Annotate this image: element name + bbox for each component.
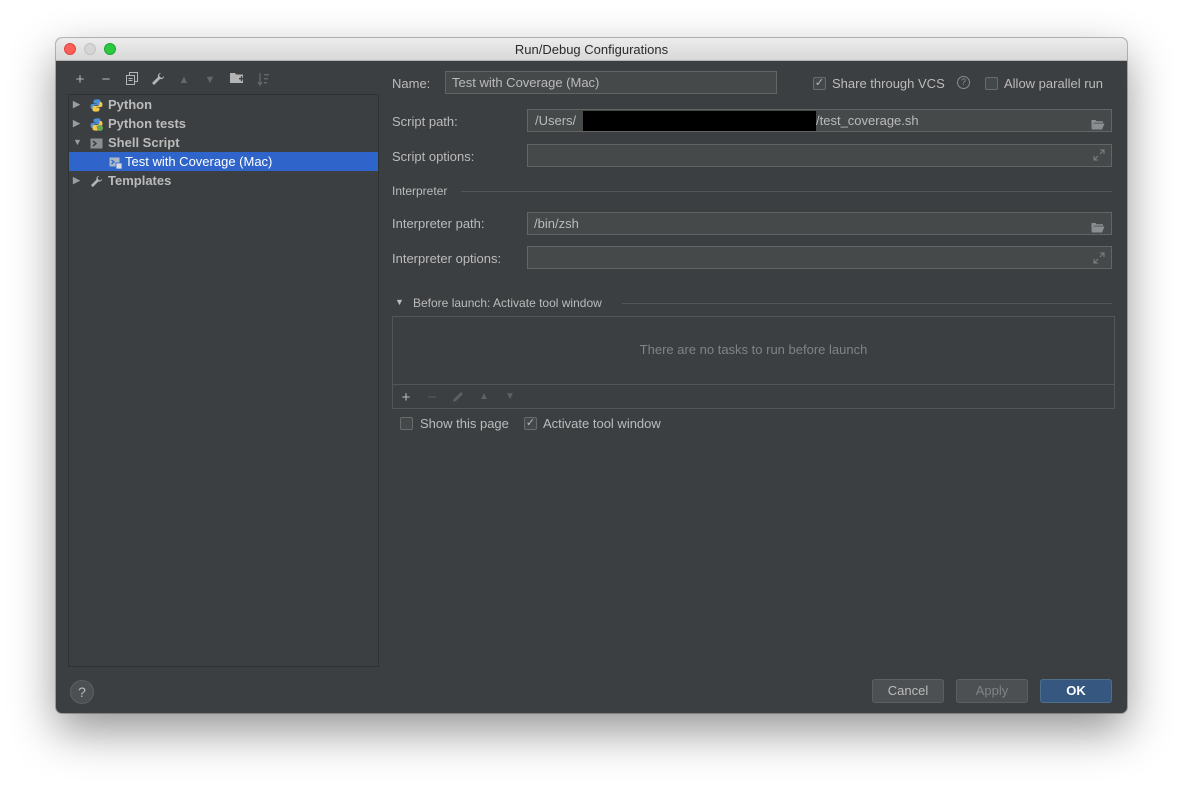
- empty-tasks-message: There are no tasks to run before launch: [639, 342, 868, 357]
- expand-icon[interactable]: [1093, 251, 1105, 264]
- shell-script-icon: [90, 136, 103, 149]
- redacted-path: [583, 111, 816, 131]
- run-debug-dialog: Run/Debug Configurations + − ▲ ▼ ▶ Pytho…: [56, 38, 1127, 713]
- section-divider: [622, 303, 1112, 304]
- allow-parallel-label: Allow parallel run: [1004, 76, 1103, 91]
- script-path-field[interactable]: /Users/ /test_coverage.sh: [527, 109, 1112, 132]
- configuration-tree: ▶ Python ▶ Python tests ▼ Shell Script T…: [68, 94, 379, 667]
- activate-window-checkbox[interactable]: ✓: [524, 417, 537, 430]
- sort-icon[interactable]: [255, 72, 271, 90]
- tasks-toolbar: + − ▲ ▼: [393, 384, 1114, 409]
- tree-item-label: Templates: [108, 173, 172, 188]
- interpreter-path-label: Interpreter path:: [392, 216, 485, 231]
- new-folder-icon[interactable]: [229, 72, 245, 88]
- collapse-arrow-icon[interactable]: ▼: [395, 297, 404, 307]
- interpreter-path-field[interactable]: /bin/zsh: [527, 212, 1112, 235]
- move-down-icon[interactable]: ▼: [202, 72, 218, 88]
- script-options-field[interactable]: [527, 144, 1112, 167]
- script-options-label: Script options:: [392, 149, 475, 164]
- share-vcs-checkbox[interactable]: ✓: [813, 77, 826, 90]
- name-field[interactable]: Test with Coverage (Mac): [445, 71, 777, 94]
- move-up-icon[interactable]: ▲: [176, 72, 192, 88]
- edit-icon[interactable]: [450, 390, 466, 407]
- before-launch-tasks: There are no tasks to run before launch …: [392, 316, 1115, 409]
- script-path-prefix: /Users/: [535, 113, 577, 128]
- apply-button[interactable]: Apply: [956, 679, 1028, 703]
- interpreter-options-label: Interpreter options:: [392, 251, 502, 266]
- move-up-icon[interactable]: ▲: [476, 391, 492, 402]
- allow-parallel-checkbox[interactable]: [985, 77, 998, 90]
- python-icon: [90, 98, 103, 112]
- tree-item-python-tests[interactable]: ▶ Python tests: [69, 114, 378, 133]
- remove-icon[interactable]: −: [424, 389, 440, 406]
- add-icon[interactable]: +: [72, 72, 88, 88]
- add-icon[interactable]: +: [398, 389, 414, 406]
- remove-icon[interactable]: −: [98, 72, 114, 88]
- folder-browse-icon[interactable]: [1091, 218, 1105, 233]
- ok-button[interactable]: OK: [1040, 679, 1112, 703]
- expand-arrow-icon[interactable]: ▶: [73, 114, 80, 133]
- tree-item-label: Python tests: [108, 116, 187, 131]
- expand-icon[interactable]: [1093, 148, 1105, 161]
- section-divider: [461, 191, 1112, 192]
- script-path-suffix: /test_coverage.sh: [816, 113, 919, 128]
- collapse-arrow-icon[interactable]: ▼: [73, 133, 82, 152]
- show-page-label: Show this page: [420, 416, 509, 431]
- wrench-icon: [90, 174, 103, 188]
- tree-item-python[interactable]: ▶ Python: [69, 95, 378, 114]
- tree-item-label: Shell Script: [108, 135, 180, 150]
- python-tests-icon: [90, 117, 103, 131]
- tree-item-test-with-coverage[interactable]: Test with Coverage (Mac): [69, 152, 378, 171]
- show-page-checkbox[interactable]: [400, 417, 413, 430]
- activate-window-label: Activate tool window: [543, 416, 661, 431]
- tree-item-label: Test with Coverage (Mac): [125, 154, 273, 169]
- tree-item-templates[interactable]: ▶ Templates: [69, 171, 378, 190]
- interpreter-path-value: /bin/zsh: [534, 216, 579, 231]
- copy-icon[interactable]: [124, 72, 140, 89]
- folder-browse-icon[interactable]: [1091, 115, 1105, 130]
- window-title: Run/Debug Configurations: [514, 42, 669, 57]
- script-path-label: Script path:: [392, 114, 458, 129]
- cancel-button[interactable]: Cancel: [872, 679, 944, 703]
- expand-arrow-icon[interactable]: ▶: [73, 95, 80, 114]
- help-button[interactable]: ?: [70, 680, 94, 704]
- move-down-icon[interactable]: ▼: [502, 391, 518, 402]
- before-launch-title[interactable]: Before launch: Activate tool window: [413, 296, 602, 310]
- tree-item-shell-script[interactable]: ▼ Shell Script: [69, 133, 378, 152]
- tree-item-label: Python: [108, 97, 153, 112]
- share-vcs-label: Share through VCS: [832, 76, 945, 91]
- wrench-icon[interactable]: [150, 72, 166, 90]
- interpreter-options-field[interactable]: [527, 246, 1112, 269]
- name-label: Name:: [392, 76, 431, 91]
- help-circle-icon[interactable]: ?: [957, 76, 970, 89]
- title-bar: Run/Debug Configurations: [56, 38, 1127, 61]
- expand-arrow-icon[interactable]: ▶: [73, 171, 80, 190]
- interpreter-section-title: Interpreter: [392, 184, 448, 198]
- shell-config-icon: [109, 155, 123, 170]
